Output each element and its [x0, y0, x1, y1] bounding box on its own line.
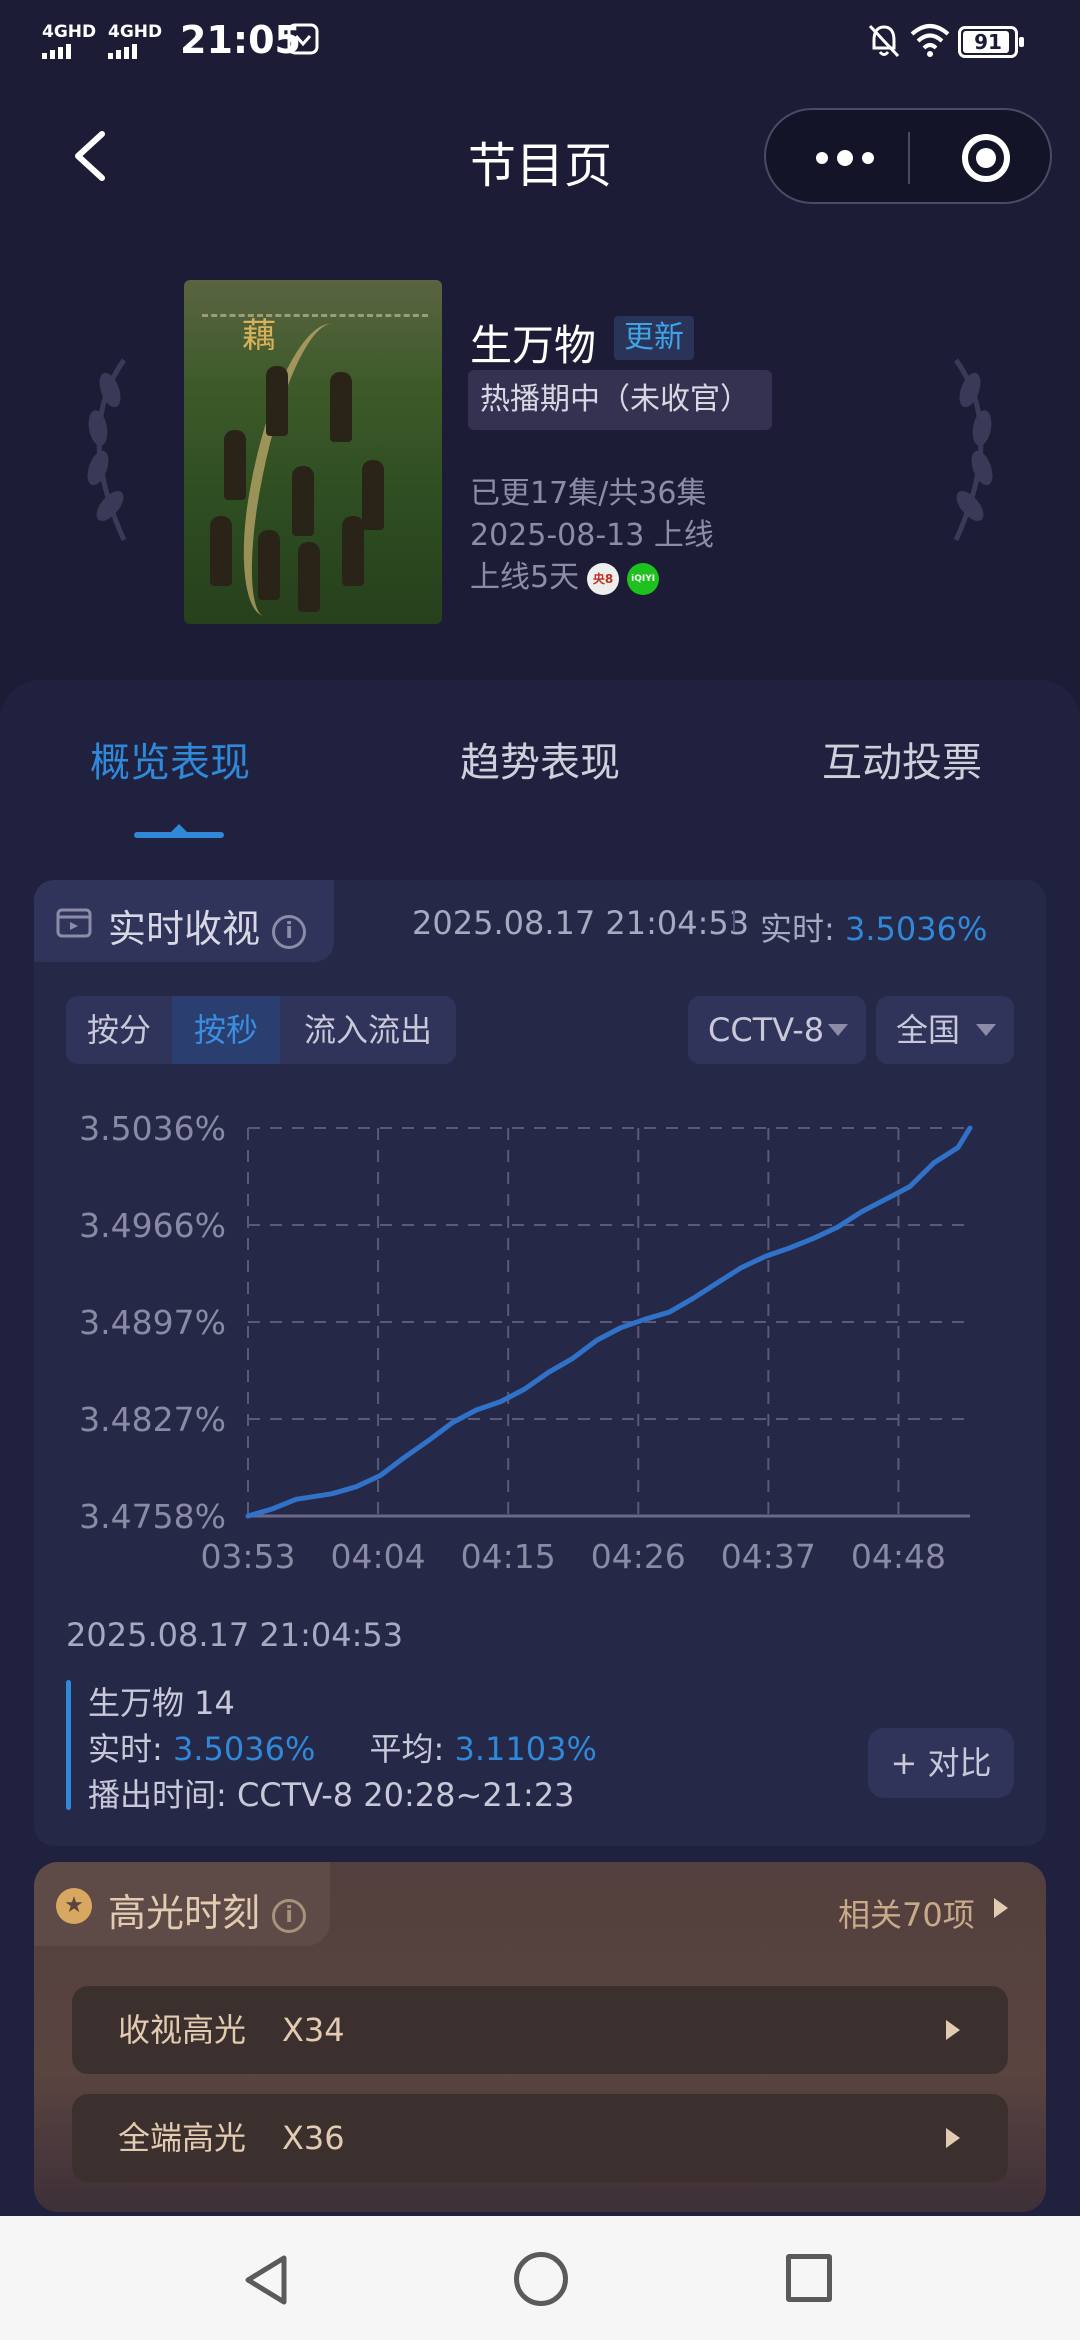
channel-dropdown[interactable]: CCTV-8 [688, 996, 866, 1064]
system-navigation-bar [0, 2216, 1080, 2340]
detail-avg-value: 3.1103% [454, 1730, 597, 1768]
x-tick-label: 03:53 [200, 1537, 295, 1576]
detail-values-row: 实时: 3.5036% 平均: 3.1103% [88, 1724, 597, 1770]
x-tick-label: 04:48 [851, 1537, 946, 1576]
iqiyi-platform-icon: iQIYI [627, 562, 660, 595]
airing-status-badge: 热播期中（未收官） [468, 370, 772, 430]
realtime-timestamp: 2025.08.17 21:04:53 [412, 904, 750, 942]
status-time: 21:05 [180, 18, 301, 62]
realtime-ratings-chart[interactable]: 3.5036% 3.4966% 3.4897% 3.4827% 3.4758%03:53… [40, 1090, 1000, 1610]
chevron-down-icon [828, 1024, 848, 1036]
y-tick-label: 3.5036% [79, 1109, 226, 1148]
laurel-left-icon [87, 358, 127, 542]
realtime-separator [733, 910, 735, 932]
region-dropdown-value: 全国 [896, 1011, 961, 1049]
info-icon[interactable]: i [272, 1898, 307, 1933]
mute-bell-icon [868, 24, 900, 58]
highlights-title-row: 高光时刻 i [108, 1882, 307, 1937]
realtime-value: 3.5036% [844, 910, 988, 948]
tab-overview[interactable]: 概览表现 [90, 730, 250, 788]
laurel-right-icon [953, 358, 993, 542]
play-arrow-icon [946, 2128, 960, 2148]
highlight-label: 全端高光 [118, 2119, 247, 2157]
episode-count: 已更17集/共36集 [470, 476, 707, 511]
segment-flow-in-out[interactable]: 流入流出 [280, 996, 456, 1064]
info-icon[interactable]: i [272, 914, 307, 949]
signal-indicator-2: 4GHD [108, 24, 162, 59]
system-home-icon[interactable] [514, 2252, 568, 2306]
system-recents-icon[interactable] [786, 2254, 832, 2302]
close-mini-program-icon[interactable] [962, 134, 1010, 182]
realtime-title: 实时收视 [108, 907, 261, 951]
detail-avg-label: 平均: [369, 1730, 445, 1768]
play-arrow-icon [946, 2020, 960, 2040]
y-tick-label: 3.4897% [79, 1303, 226, 1342]
realtime-value-row: 实时: 3.5036% [760, 904, 987, 950]
tab-trend[interactable]: 趋势表现 [460, 730, 620, 788]
release-date: 2025-08-13 上线 [470, 518, 714, 553]
detail-timestamp: 2025.08.17 21:04:53 [66, 1616, 404, 1654]
days-online-row: 上线5天 央8 iQIYI [470, 552, 660, 596]
detail-airtime: 播出时间: CCTV-8 20:28~21:23 [88, 1776, 575, 1814]
wifi-icon [910, 24, 950, 57]
more-options-icon[interactable] [816, 150, 874, 166]
capsule-divider [908, 132, 910, 184]
realtime-title-row: 实时收视 i [108, 898, 307, 953]
status-bar: 4GHD 4GHD 21:05 91 [0, 0, 1080, 84]
highlight-row-all-platform[interactable]: 全端高光 X36 [72, 2094, 1008, 2182]
detail-realtime-value: 3.5036% [172, 1730, 316, 1768]
battery-indicator: 91 [958, 26, 1024, 58]
x-tick-label: 04:15 [461, 1537, 556, 1576]
realtime-label: 实时: [760, 910, 835, 948]
detail-series-marker [66, 1680, 71, 1810]
segment-by-second[interactable]: 按秒 [172, 996, 280, 1064]
highlight-row-ratings[interactable]: 收视高光 X34 [72, 1986, 1008, 2074]
segment-by-minute[interactable]: 按分 [66, 996, 172, 1064]
x-tick-label: 04:37 [721, 1537, 816, 1576]
mini-program-capsule [764, 108, 1052, 204]
x-tick-label: 04:26 [591, 1537, 686, 1576]
chevron-right-icon[interactable] [994, 1898, 1008, 1918]
chevron-down-icon [976, 1024, 996, 1036]
detail-realtime-label: 实时: [88, 1730, 163, 1768]
region-dropdown[interactable]: 全国 [876, 996, 1014, 1064]
system-back-icon[interactable] [242, 2252, 290, 2308]
highlight-value: X36 [282, 2119, 345, 2157]
days-online: 上线5天 [470, 560, 580, 595]
compare-button[interactable]: + 对比 [868, 1728, 1014, 1798]
highlights-related-link[interactable]: 相关70项 [838, 1890, 975, 1936]
cctv8-platform-icon: 央8 [587, 562, 620, 595]
x-tick-label: 04:04 [331, 1537, 426, 1576]
highlight-value: X34 [282, 2011, 345, 2049]
tab-vote[interactable]: 互动投票 [822, 730, 982, 788]
film-clapper-icon [56, 908, 92, 938]
notification-app-icon [287, 23, 319, 55]
granularity-segmented-control: 按分 按秒 流入流出 [66, 996, 456, 1064]
channel-dropdown-value: CCTV-8 [708, 1011, 825, 1049]
show-title: 生万物 [470, 321, 597, 370]
detail-episode: 生万物 14 [88, 1684, 235, 1722]
show-poster[interactable]: 藕 [184, 280, 442, 624]
y-tick-label: 3.4966% [79, 1206, 226, 1245]
star-badge-icon: ★ [56, 1888, 92, 1924]
update-badge: 更新 [614, 316, 694, 360]
y-tick-label: 3.4827% [79, 1400, 226, 1439]
y-tick-label: 3.4758% [79, 1497, 226, 1536]
active-tab-indicator [134, 824, 224, 838]
signal-indicator-1: 4GHD [42, 24, 96, 59]
highlights-title: 高光时刻 [108, 1891, 261, 1935]
highlight-label: 收视高光 [118, 2011, 247, 2049]
